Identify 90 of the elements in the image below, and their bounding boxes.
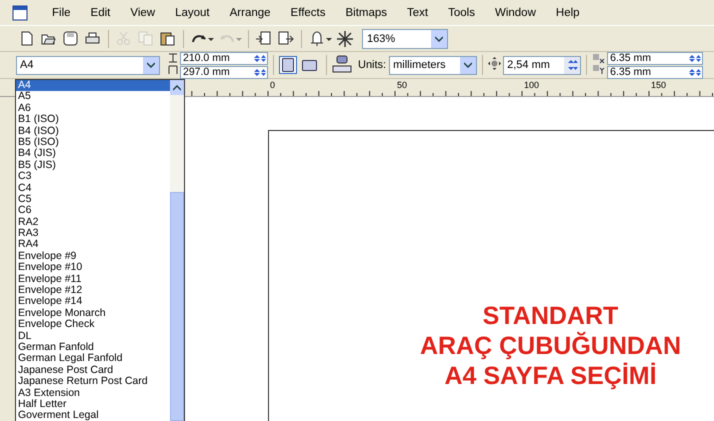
paper-size-option[interactable]: Envelope #10 (16, 262, 170, 274)
ruler-label: 100 (524, 80, 540, 90)
menu-item[interactable]: Edit (80, 6, 120, 18)
menu-item[interactable]: File (42, 6, 81, 18)
scrollbar-thumb[interactable] (170, 192, 184, 421)
chevron-down-icon[interactable] (435, 36, 443, 42)
paper-size-option[interactable]: C5 (16, 194, 170, 206)
duplicate-x-value: 6.35 mm (610, 52, 651, 64)
ruler-label: 0 (270, 80, 276, 90)
paper-size-option[interactable]: B5 (JIS) (16, 160, 170, 172)
duplicate-offset-icon (592, 52, 606, 74)
units-value: millimeters (393, 59, 446, 71)
nudge-value: 2,54 mm (507, 59, 550, 71)
width-value: 210.0 mm (183, 52, 230, 64)
paper-size-option[interactable]: Envelope #11 (16, 274, 170, 286)
paper-size-option[interactable]: RA2 (16, 216, 170, 228)
spin-buttons[interactable] (253, 68, 267, 76)
heading-line: STANDART (482, 301, 620, 331)
menu-item[interactable]: Text (397, 6, 438, 18)
menu-item[interactable]: Window (484, 6, 546, 18)
paper-size-option[interactable]: B5 (ISO) (16, 136, 170, 148)
paper-size-option[interactable]: A3 Extension (16, 388, 170, 399)
spin-buttons[interactable] (688, 54, 702, 62)
spin-buttons[interactable] (253, 54, 267, 62)
paper-size-option[interactable]: A5 (16, 91, 170, 103)
menu-item[interactable]: Help (546, 6, 590, 18)
paper-size-option[interactable]: RA3 (16, 228, 170, 240)
spin-buttons[interactable] (688, 68, 702, 76)
bell-icon[interactable] (308, 30, 326, 48)
chevron-down-icon[interactable] (147, 62, 155, 68)
paper-size-option[interactable]: C3 (16, 171, 170, 183)
duplicate-y-field[interactable]: 6.35 mm (607, 66, 704, 78)
width-field[interactable]: 210.0 mm (180, 52, 268, 64)
paper-size-option[interactable]: Goverment Legal (16, 410, 170, 421)
import-icon[interactable] (255, 30, 273, 48)
paper-size-option[interactable]: Half Letter (16, 398, 170, 410)
menu-item[interactable]: View (120, 6, 166, 18)
height-field[interactable]: 297.0 mm (180, 66, 268, 78)
nudge-icon (488, 57, 502, 70)
units-dropdown[interactable]: millimeters (389, 56, 478, 74)
heading-line: A4 SAYFA SEÇİMİ (443, 361, 658, 391)
duplicate-y-value: 6.35 mm (610, 66, 651, 78)
chevron-down-icon[interactable] (464, 62, 472, 68)
paper-size-option[interactable]: Envelope Check (16, 319, 170, 331)
clipboard-icon[interactable] (159, 30, 177, 48)
height-value: 297.0 mm (183, 66, 230, 78)
ruler-label: 150 (651, 80, 666, 90)
portrait-button[interactable] (279, 56, 297, 74)
paper-size-value: A4 (20, 59, 34, 71)
menu-item[interactable]: Arrange (220, 6, 281, 18)
paper-size-option[interactable]: C4 (16, 182, 170, 194)
zoom-value: 163% (367, 32, 396, 44)
paper-size-option[interactable]: Japanese Return Post Card (16, 376, 170, 388)
page-icon (302, 60, 316, 70)
paper-size-dropdown[interactable]: A4 (16, 56, 160, 74)
paper-size-option[interactable]: B4 (JIS) (16, 148, 170, 160)
menu-item[interactable]: Bitmaps (335, 6, 398, 18)
save-icon[interactable] (62, 30, 80, 48)
page-size-icon (168, 52, 178, 74)
burst-icon[interactable] (336, 30, 354, 48)
menu-item[interactable]: Layout (165, 6, 220, 18)
units-label: Units: (358, 59, 386, 71)
zoom-dropdown[interactable]: 163% (362, 28, 448, 48)
menu-item[interactable]: Tools (438, 6, 485, 18)
export-icon[interactable] (277, 30, 295, 48)
all-pages-icon[interactable] (332, 54, 352, 72)
ruler-label: 50 (397, 80, 408, 90)
paper-size-option[interactable]: A4 (16, 80, 170, 92)
nudge-field[interactable]: 2,54 mm (503, 56, 582, 74)
paper-size-option[interactable]: RA4 (16, 239, 170, 251)
paper-size-option[interactable]: DL (16, 330, 170, 342)
scroll-up-button[interactable] (170, 80, 184, 95)
spin-buttons[interactable] (566, 57, 578, 73)
paper-size-option[interactable]: Envelope Monarch (16, 308, 170, 320)
paper-size-option[interactable]: Envelope #12 (16, 285, 170, 296)
paper-size-option[interactable]: Envelope #14 (16, 296, 170, 308)
paper-size-option[interactable]: Japanese Post Card (16, 364, 170, 376)
paper-size-option[interactable]: B1 (ISO) (16, 114, 170, 126)
menu-item[interactable]: Effects (280, 6, 336, 18)
heading-line: ARAÇ ÇUBUĞUNDAN (418, 331, 682, 361)
chevron-up-icon (173, 84, 181, 90)
paper-size-option[interactable]: German Legal Fanfold (16, 353, 170, 365)
paper-size-option[interactable]: Envelope #9 (16, 250, 170, 262)
paper-size-option[interactable]: German Fanfold (16, 342, 170, 354)
paper-size-option[interactable]: B4 (ISO) (16, 126, 170, 137)
paper-size-option[interactable]: C6 (16, 205, 170, 217)
paper-size-option[interactable]: A6 (16, 102, 170, 114)
duplicate-x-field[interactable]: 6.35 mm (607, 52, 704, 64)
app-icon[interactable] (12, 4, 28, 20)
page-icon (282, 58, 294, 72)
